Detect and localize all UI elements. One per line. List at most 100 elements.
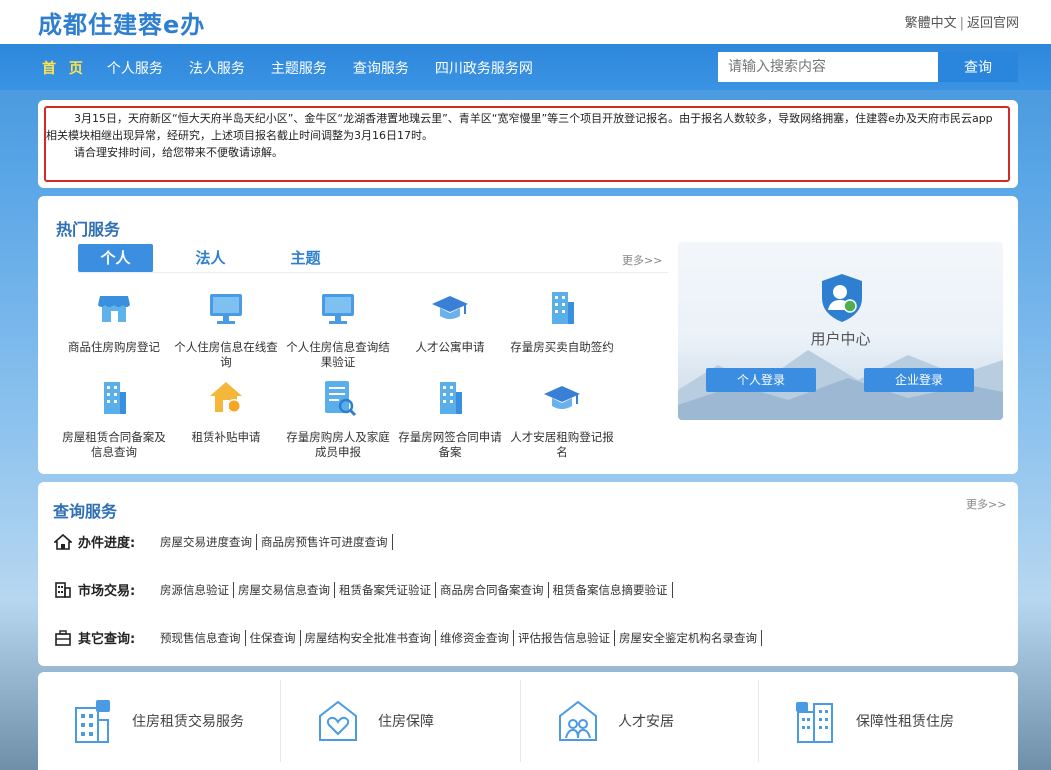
query-row-other: 其它查询: 预现售信息查询 住保查询 房屋结构安全批准书查询 维修资金查询 评估…: [54, 628, 766, 647]
query-link[interactable]: 商品房合同备案查询: [440, 581, 549, 598]
user-center-title: 用户中心: [810, 330, 871, 348]
enterprise-login-button[interactable]: 企业登录: [864, 368, 974, 392]
service-item[interactable]: 人才安居租购登记报名: [506, 378, 618, 460]
service-item[interactable]: 商品住房购房登记: [58, 288, 170, 355]
service-label: 存量房买卖自助签约: [510, 340, 614, 354]
top-header: 成都住建蓉e办 繁體中文 | 返回官网: [0, 0, 1051, 44]
service-label: 人才安居租购登记报名: [510, 430, 614, 459]
bottom-service-item[interactable]: 住房租赁交易服务: [38, 672, 276, 770]
hot-services-title: 热门服务: [56, 220, 121, 239]
query-services-card: 查询服务 更多>> 办件进度: 房屋交易进度查询 商品房预售许可进度查询 市场交…: [38, 482, 1018, 666]
graduation-cap-icon: [544, 386, 580, 409]
user-center-panel: 用户中心 个人登录 企业登录: [678, 242, 1003, 420]
service-item[interactable]: 个人住房信息查询结果验证: [282, 288, 394, 370]
hot-services-tabs: 个人 法人 主题: [78, 244, 363, 272]
shop-icon: [98, 296, 130, 322]
bottom-service-label: 人才安居: [618, 714, 674, 730]
traditional-chinese-link[interactable]: 繁體中文: [905, 16, 957, 31]
query-link[interactable]: 房屋交易进度查询: [160, 533, 257, 550]
query-link[interactable]: 预现售信息查询: [160, 629, 246, 646]
house-subsidy-icon: [210, 382, 242, 413]
nav-legal-services[interactable]: 法人服务: [189, 58, 245, 78]
tab-theme[interactable]: 主题: [268, 244, 343, 272]
bottom-service-item[interactable]: 人才安居: [524, 672, 762, 770]
service-label: 存量房网签合同申请备案: [398, 430, 502, 459]
service-label: 房屋租赁合同备案及信息查询: [62, 430, 166, 459]
rental-housing-icon: [796, 702, 833, 743]
service-label: 租赁补贴申请: [191, 430, 261, 444]
divider: [520, 680, 521, 762]
nav-sichuan-gov[interactable]: 四川政务服务网: [435, 58, 533, 78]
query-link[interactable]: 房屋安全鉴定机构名录查询: [619, 629, 762, 646]
return-official-link[interactable]: 返回官网: [967, 16, 1019, 31]
rental-building-icon: [75, 700, 110, 743]
service-label: 存量房购房人及家庭成员申报: [286, 430, 390, 459]
notice-paragraph: 3月15日，天府新区“恒大天府半岛天纪小区”、金牛区“龙湖香港置地瑰云里”、青羊…: [46, 112, 993, 142]
graduation-cap-icon: [432, 296, 468, 319]
link-separator: |: [959, 16, 964, 31]
nav-query-services[interactable]: 查询服务: [353, 58, 409, 78]
monitor-icon: [210, 294, 242, 324]
bottom-service-label: 住房保障: [378, 714, 434, 730]
bottom-service-item[interactable]: 住房保障: [284, 672, 522, 770]
nav-home[interactable]: 首 页: [42, 58, 87, 78]
service-label: 商品住房购房登记: [68, 340, 160, 354]
search-button[interactable]: 查询: [938, 52, 1018, 82]
service-item[interactable]: 个人住房信息在线查询: [170, 288, 282, 370]
service-item[interactable]: 存量房购房人及家庭成员申报: [282, 378, 394, 460]
query-link[interactable]: 租赁备案凭证验证: [339, 581, 436, 598]
tab-legal[interactable]: 法人: [173, 244, 248, 272]
home-icon: [54, 533, 72, 550]
building-icon: [104, 382, 126, 414]
query-link[interactable]: 商品房预售许可进度查询: [261, 533, 393, 550]
service-label: 个人住房信息在线查询: [174, 340, 278, 369]
briefcase-icon: [55, 629, 71, 646]
user-shield-icon: [822, 274, 862, 322]
hot-services-more-link[interactable]: 更多>>: [622, 252, 662, 268]
tab-personal[interactable]: 个人: [78, 244, 153, 272]
query-link[interactable]: 房屋交易信息查询: [238, 581, 335, 598]
search-input[interactable]: [718, 52, 938, 82]
document-search-icon: [325, 381, 357, 417]
nav-theme-services[interactable]: 主题服务: [271, 58, 327, 78]
bottom-service-label: 保障性租赁住房: [856, 714, 954, 730]
hot-services-card: 热门服务 个人 法人 主题 更多>> 商品住房购房登记 个人住房信息在线查询 个…: [38, 196, 1018, 474]
service-label: 个人住房信息查询结果验证: [286, 340, 390, 369]
query-row-market: 市场交易: 房源信息验证 房屋交易信息查询 租赁备案凭证验证 商品房合同备案查询…: [54, 580, 677, 599]
bottom-services-card: 住房租赁交易服务 住房保障 人才安居 保障性租赁住房: [38, 672, 1018, 770]
service-item[interactable]: 存量房网签合同申请备案: [394, 378, 506, 460]
heart-house-icon: [319, 700, 357, 741]
query-link[interactable]: 住保查询: [250, 629, 301, 646]
monitor-icon: [322, 294, 354, 324]
service-item[interactable]: 房屋租赁合同备案及信息查询: [58, 378, 170, 460]
query-services-more-link[interactable]: 更多>>: [966, 496, 1006, 512]
bottom-service-label: 住房租赁交易服务: [132, 714, 244, 730]
query-row-label: 市场交易:: [78, 584, 136, 599]
top-links: 繁體中文 | 返回官网: [905, 12, 1019, 31]
service-item[interactable]: 租赁补贴申请: [170, 378, 282, 445]
bottom-service-item[interactable]: 保障性租赁住房: [762, 672, 1000, 770]
site-title: 成都住建蓉e办: [38, 11, 206, 39]
query-links: 预现售信息查询 住保查询 房屋结构安全批准书查询 维修资金查询 评估报告信息验证…: [160, 629, 766, 646]
query-link[interactable]: 房源信息验证: [160, 581, 234, 598]
query-row-progress: 办件进度: 房屋交易进度查询 商品房预售许可进度查询: [54, 532, 397, 551]
nav-items: 首 页 个人服务 法人服务 主题服务 查询服务 四川政务服务网: [42, 58, 559, 78]
query-link[interactable]: 评估报告信息验证: [518, 629, 615, 646]
notice-card: 3月15日，天府新区“恒大天府半岛天纪小区”、金牛区“龙湖香港置地瑰云里”、青羊…: [38, 100, 1018, 188]
nav-personal-services[interactable]: 个人服务: [107, 58, 163, 78]
service-item[interactable]: 存量房买卖自助签约: [506, 288, 618, 355]
building-icon: [552, 292, 574, 324]
query-link[interactable]: 房屋结构安全批准书查询: [305, 629, 436, 646]
people-house-icon: [559, 700, 597, 741]
query-link[interactable]: 维修资金查询: [440, 629, 514, 646]
service-label: 人才公寓申请: [415, 340, 485, 354]
divider: [280, 680, 281, 762]
query-links: 房源信息验证 房屋交易信息查询 租赁备案凭证验证 商品房合同备案查询 租赁备案信…: [160, 581, 677, 598]
service-item[interactable]: 人才公寓申请: [394, 288, 506, 355]
query-row-label: 其它查询:: [78, 632, 136, 647]
query-link[interactable]: 租赁备案信息摘要验证: [553, 581, 673, 598]
tab-divider: [78, 272, 668, 273]
personal-login-button[interactable]: 个人登录: [706, 368, 816, 392]
building-icon: [440, 382, 462, 414]
notice-paragraph: 请合理安排时间，给您带来不便敬请谅解。: [74, 146, 283, 159]
